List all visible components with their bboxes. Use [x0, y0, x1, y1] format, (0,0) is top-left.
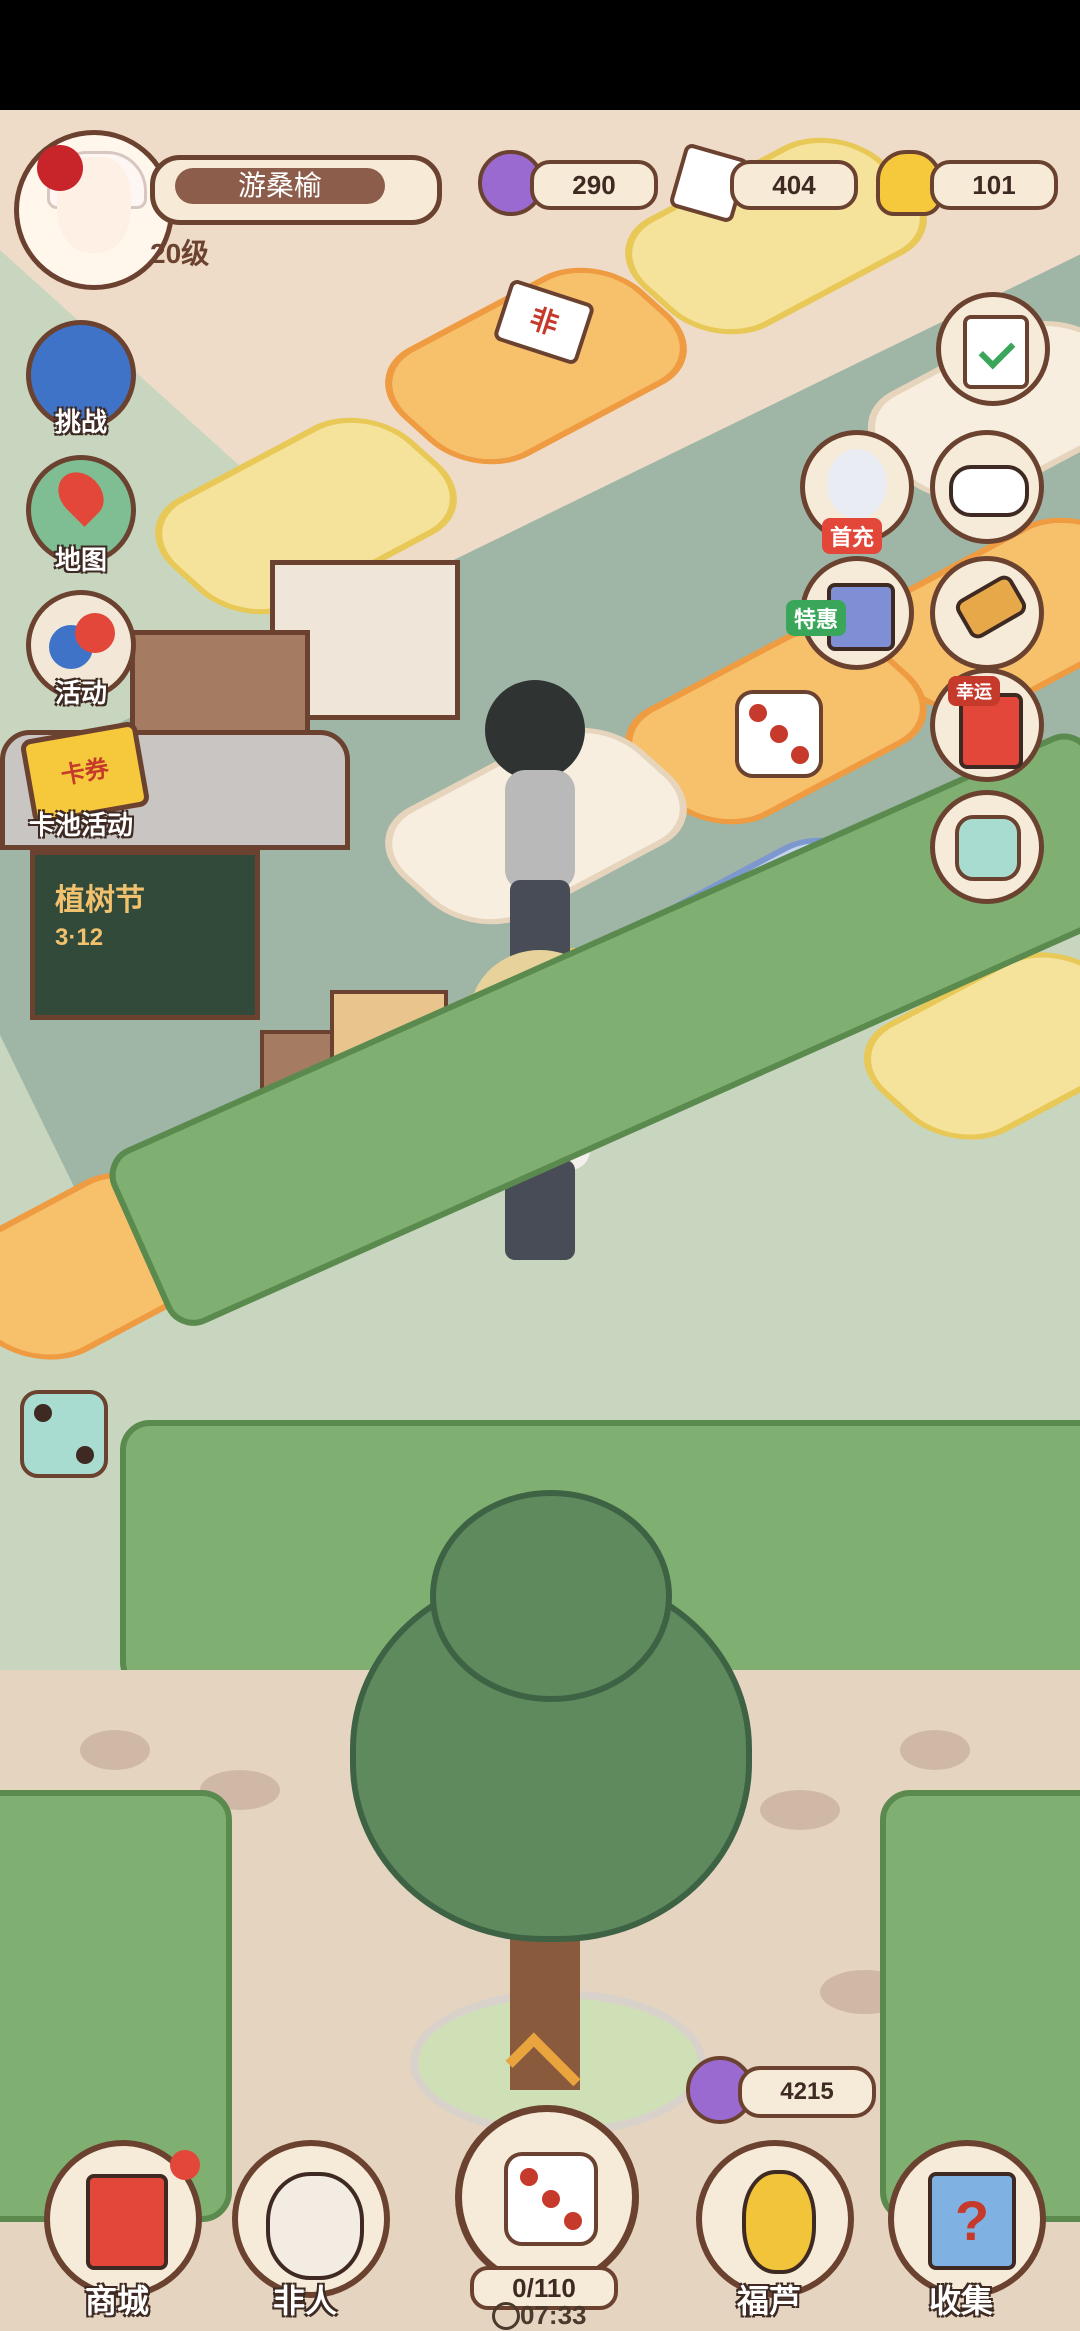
dice-icon [955, 815, 1021, 881]
gourd-icon [742, 2170, 816, 2274]
speech-bubble-icon [949, 465, 1029, 517]
resource-swirl-value: 290 [530, 160, 658, 210]
shop-button[interactable] [44, 2140, 202, 2298]
gavel-icon [952, 571, 1030, 643]
lucky-label: 幸运 [948, 676, 1000, 706]
character-body [505, 770, 575, 890]
clock-icon [492, 2302, 520, 2330]
player-level: 20级 [150, 238, 210, 269]
game-board-scene: 非 植树节 3·12 [0, 110, 1080, 2331]
gourd-label: 福芦 [736, 2283, 801, 2319]
balloon-icon [75, 613, 115, 653]
arbor-day-sign: 植树节 3·12 [30, 850, 260, 1020]
card-pool-label: 卡池活动 [28, 810, 133, 840]
dice-shop-button[interactable] [930, 790, 1044, 904]
gourd-button[interactable] [696, 2140, 854, 2298]
tasks-button[interactable] [936, 292, 1050, 406]
dice-timer: 07:33 [520, 2300, 587, 2330]
character-portrait-icon [827, 449, 887, 519]
challenge-label: 挑战 [54, 407, 107, 437]
checklist-icon [963, 315, 1029, 389]
shop-label: 商城 [84, 2283, 149, 2319]
points-value: 4215 [738, 2066, 876, 2118]
collect-label: 收集 [928, 2283, 993, 2319]
resource-ticket-value: 404 [730, 160, 858, 210]
stone [760, 1790, 840, 1830]
collect-button[interactable]: ? [888, 2140, 1046, 2298]
location-pin-icon [49, 463, 113, 527]
dice-icon [735, 690, 823, 778]
dice-icon [504, 2152, 598, 2246]
player-name: 游桑榆 [175, 168, 385, 204]
shop-stall-icon [86, 2174, 168, 2270]
stone [80, 1730, 150, 1770]
player-name-bar[interactable]: 游桑榆 [150, 155, 442, 225]
first-recharge-label: 首充 [822, 518, 883, 554]
character-portrait-icon [266, 2172, 364, 2280]
dice-icon [20, 1390, 108, 1478]
chat-button[interactable] [930, 430, 1044, 544]
auction-button[interactable] [930, 556, 1044, 670]
mystery-box-icon: ? [928, 2172, 1016, 2270]
resource-gold-value: 101 [930, 160, 1058, 210]
flower-icon [37, 145, 83, 191]
feiren-label: 非人 [272, 2283, 337, 2319]
stone [900, 1730, 970, 1770]
activity-label: 活动 [54, 678, 107, 708]
notification-dot [170, 2150, 200, 2180]
special-offer-label: 特惠 [786, 600, 847, 636]
roll-dice-button[interactable] [455, 2105, 639, 2289]
character-hair [485, 680, 585, 780]
feiren-button[interactable] [232, 2140, 390, 2298]
map-label: 地图 [54, 545, 107, 575]
tree-canopy-top [430, 1490, 672, 1702]
status-bar-area [0, 0, 1080, 110]
